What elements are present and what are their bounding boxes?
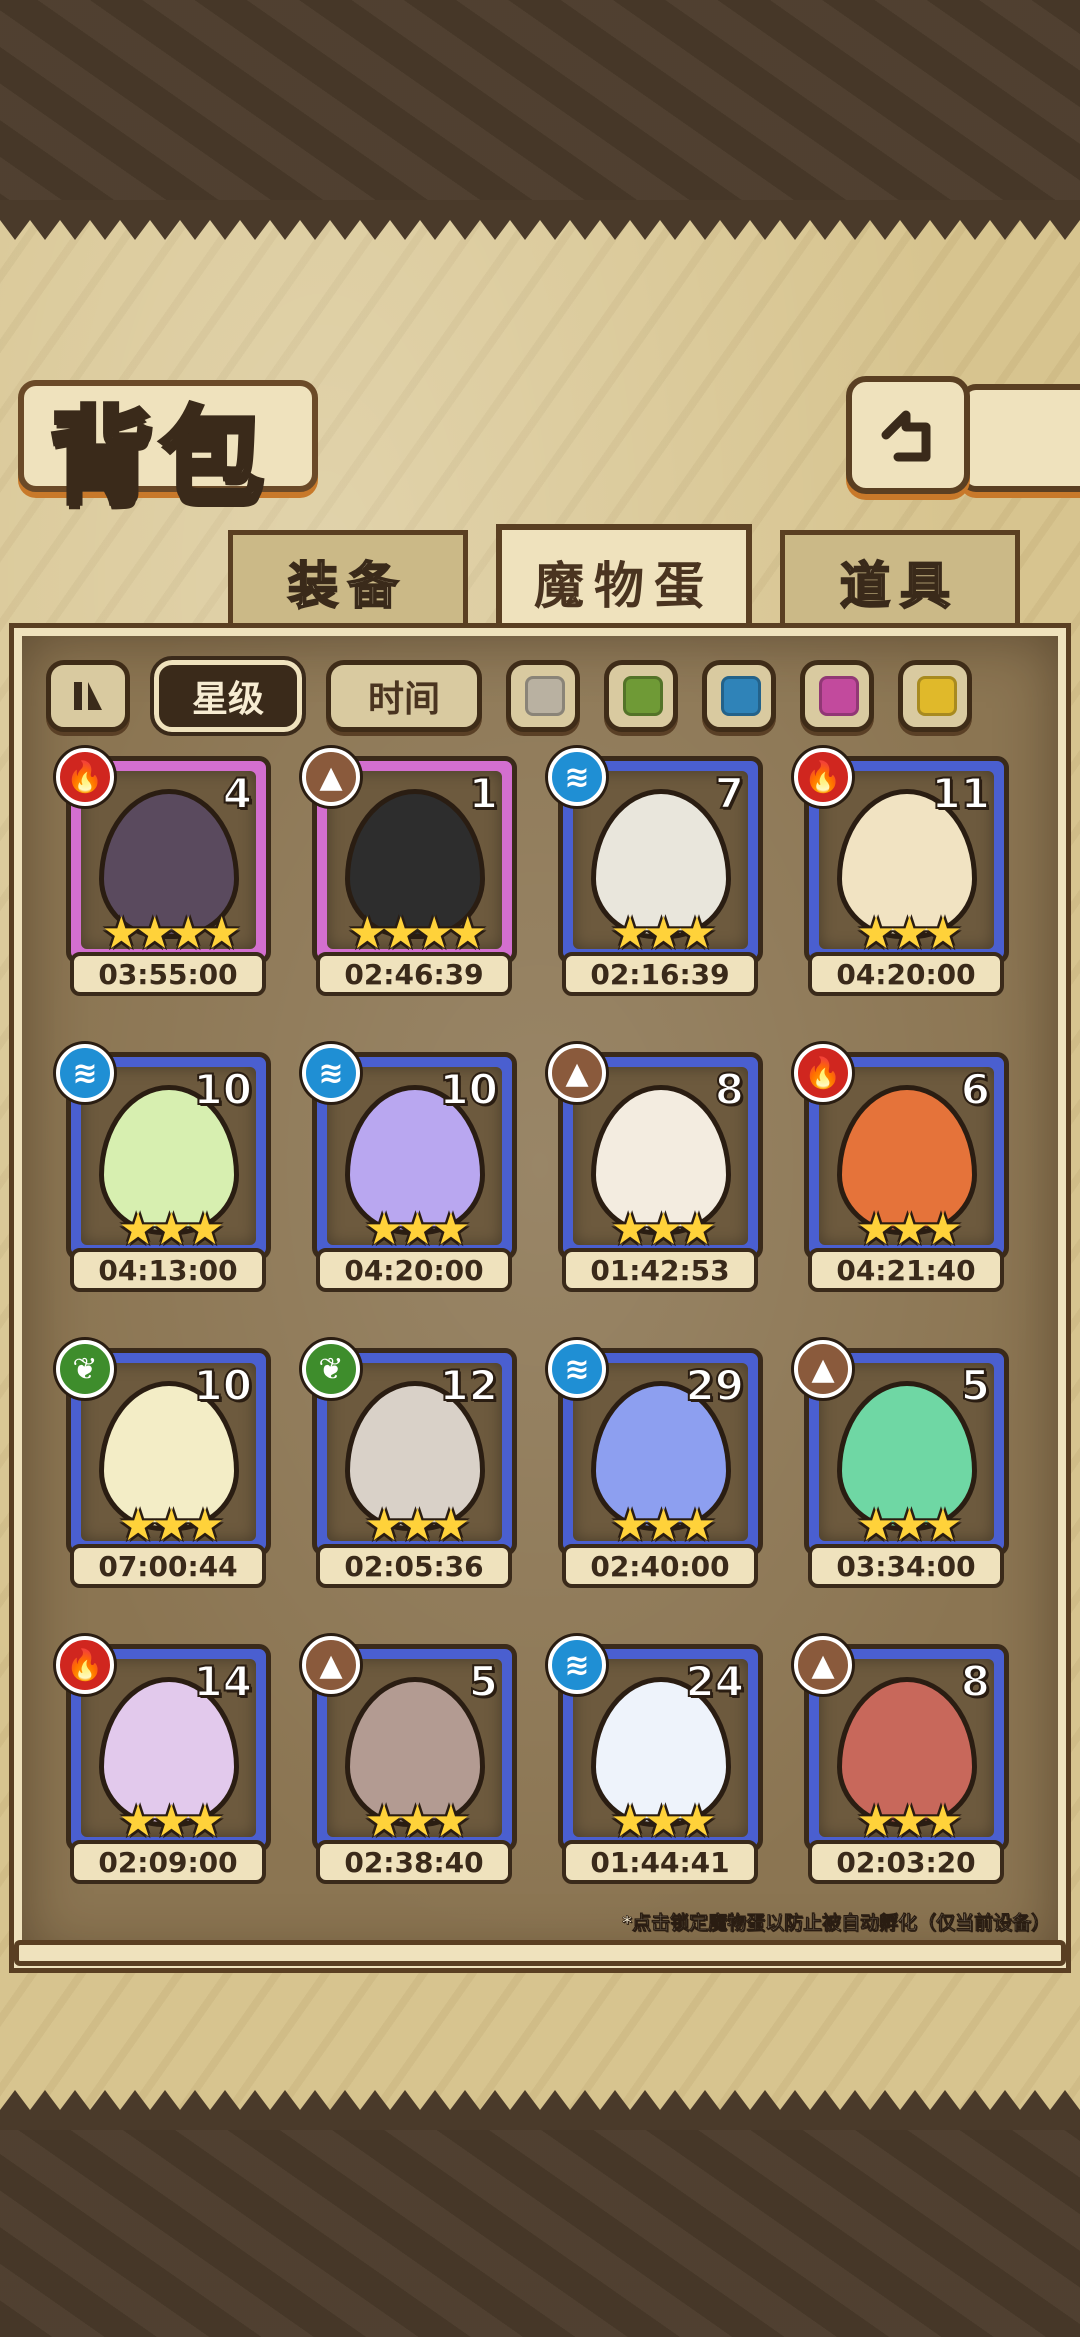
egg-count: 10 [193,1064,253,1115]
filter-gray-button[interactable] [506,660,580,732]
panel-bottom-rail [14,1940,1066,1966]
egg-count: 10 [439,1064,499,1115]
tab-bar: 装备 魔物蛋 道具 [18,524,1062,634]
zigzag-border-top [0,200,1080,240]
egg-card[interactable]: 7 ★★★ ≋ 02:16:39 [548,748,763,996]
zigzag-border-bottom [0,2090,1080,2130]
water-element-icon: ≋ [548,1636,606,1694]
hatch-timer: 01:42:53 [562,1248,758,1292]
hatch-timer: 03:55:00 [70,952,266,996]
hatch-timer: 02:05:36 [316,1544,512,1588]
sort-by-time-label: 时间 [367,679,440,720]
gray-swatch [525,676,565,716]
hatch-timer: 04:20:00 [316,1248,512,1292]
hatch-timer: 02:46:39 [316,952,512,996]
hatch-timer: 02:38:40 [316,1840,512,1884]
filter-pink-button[interactable] [800,660,874,732]
hatch-timer: 04:20:00 [808,952,1004,996]
water-element-icon: ≋ [302,1044,360,1102]
sort-order-toggle[interactable] [46,660,130,732]
pink-swatch [819,676,859,716]
filter-bar: 星级 时间 [46,656,1046,736]
filter-green-button[interactable] [604,660,678,732]
tab-label: 装备 [287,555,408,616]
fire-element-icon: 🔥 [56,1636,114,1694]
grass-element-icon: ❦ [56,1340,114,1398]
hatch-timer: 02:09:00 [70,1840,266,1884]
filter-blue-button[interactable] [702,660,776,732]
egg-card[interactable]: 29 ★★★ ≋ 02:40:00 [548,1340,763,1588]
egg-card[interactable]: 6 ★★★ 🔥 04:21:40 [794,1044,1009,1292]
fire-element-icon: 🔥 [794,1044,852,1102]
egg-count: 7 [714,768,745,819]
hatch-timer: 02:40:00 [562,1544,758,1588]
egg-count: 14 [193,1656,253,1707]
hatch-timer: 01:44:41 [562,1840,758,1884]
egg-card[interactable]: 11 ★★★ 🔥 04:20:00 [794,748,1009,996]
water-element-icon: ≋ [548,1340,606,1398]
hatch-timer: 02:03:20 [808,1840,1004,1884]
egg-count: 1 [468,768,499,819]
hatch-timer: 03:34:00 [808,1544,1004,1588]
tab-label: 道具 [839,555,960,616]
water-element-icon: ≋ [548,748,606,806]
green-swatch [623,676,663,716]
back-button[interactable] [846,376,970,494]
earth-element-icon: ▲ [302,748,360,806]
egg-card[interactable]: 8 ★★★ ▲ 02:03:20 [794,1636,1009,1884]
hatch-timer: 04:13:00 [70,1248,266,1292]
egg-count: 12 [439,1360,499,1411]
lock-hint-note: *点击锁定魔物蛋以防止被自动孵化（仅当前设备） [622,1912,1051,1935]
egg-card[interactable]: 14 ★★★ 🔥 02:09:00 [56,1636,271,1884]
tab-equipment[interactable]: 装备 [228,530,468,628]
egg-card[interactable]: 8 ★★★ ▲ 01:42:53 [548,1044,763,1292]
water-element-icon: ≋ [56,1044,114,1102]
egg-count: 11 [931,768,991,819]
egg-card[interactable]: 10 ★★★ ≋ 04:13:00 [56,1044,271,1292]
tab-monster-eggs[interactable]: 魔物蛋 [496,524,752,634]
earth-element-icon: ▲ [548,1044,606,1102]
sort-toggle-icon [74,682,102,710]
egg-count: 10 [193,1360,253,1411]
egg-count: 6 [960,1064,991,1115]
return-arrow-icon [881,410,931,462]
egg-count: 29 [685,1360,745,1411]
sort-by-time-button[interactable]: 时间 [326,660,482,732]
egg-card[interactable]: 5 ★★★ ▲ 03:34:00 [794,1340,1009,1588]
egg-count: 4 [222,768,253,819]
egg-card[interactable]: 1 ★★★★ ▲ 02:46:39 [302,748,517,996]
grass-element-icon: ❦ [302,1340,360,1398]
egg-count: 24 [685,1656,745,1707]
hatch-timer: 04:21:40 [808,1248,1004,1292]
egg-count: 5 [468,1656,499,1707]
tab-label: 魔物蛋 [534,556,714,615]
top-background [0,0,1080,230]
sort-by-star-button[interactable]: 星级 [150,656,306,736]
filter-yellow-button[interactable] [898,660,972,732]
egg-count: 8 [960,1656,991,1707]
fire-element-icon: 🔥 [794,748,852,806]
egg-count: 5 [960,1360,991,1411]
egg-count: 8 [714,1064,745,1115]
fire-element-icon: 🔥 [56,748,114,806]
egg-card[interactable]: 24 ★★★ ≋ 01:44:41 [548,1636,763,1884]
yellow-swatch [917,676,957,716]
earth-element-icon: ▲ [302,1636,360,1694]
earth-element-icon: ▲ [794,1636,852,1694]
egg-card[interactable]: 5 ★★★ ▲ 02:38:40 [302,1636,517,1884]
hatch-timer: 02:16:39 [562,952,758,996]
egg-card[interactable]: 4 ★★★★ 🔥 03:55:00 [56,748,271,996]
earth-element-icon: ▲ [794,1340,852,1398]
bottom-background [0,2120,1080,2337]
page-title: 背包 [47,393,271,521]
back-button-rail [960,384,1080,492]
egg-card[interactable]: 12 ★★★ ❦ 02:05:36 [302,1340,517,1588]
tab-items[interactable]: 道具 [780,530,1020,628]
blue-swatch [721,676,761,716]
egg-card[interactable]: 10 ★★★ ≋ 04:20:00 [302,1044,517,1292]
sort-by-star-label: 星级 [191,679,264,720]
egg-card[interactable]: 10 ★★★ ❦ 07:00:44 [56,1340,271,1588]
hatch-timer: 07:00:44 [70,1544,266,1588]
